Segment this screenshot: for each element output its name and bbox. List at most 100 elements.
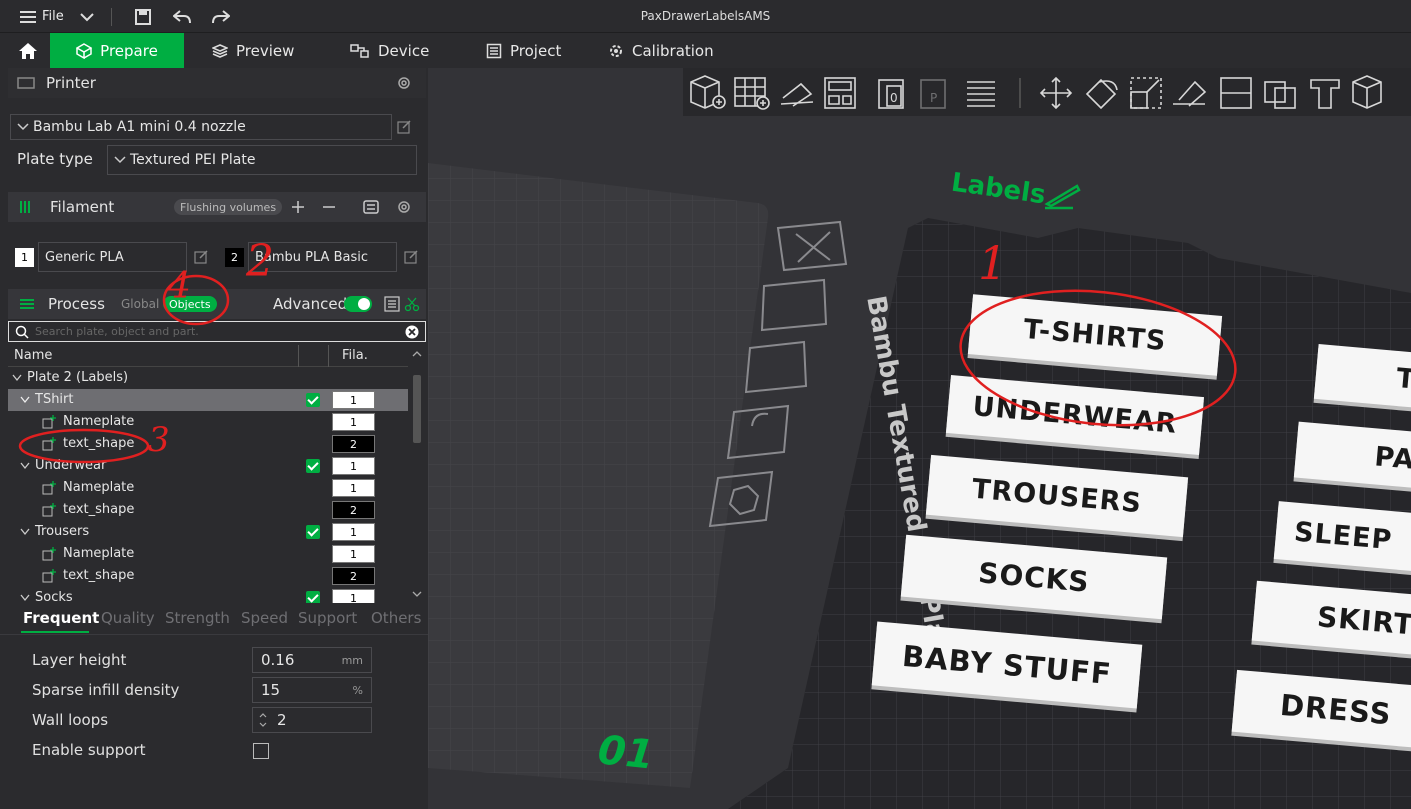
visible-checkbox[interactable] xyxy=(306,393,320,407)
boolean-icon[interactable] xyxy=(1264,81,1296,109)
save-icon[interactable] xyxy=(135,0,151,33)
search-placeholder: Search plate, object and part. xyxy=(35,325,199,338)
seam-paint-icon[interactable] xyxy=(1352,75,1382,109)
viewport-toolbar: 0 P xyxy=(683,68,1411,116)
auto-orient-icon[interactable] xyxy=(780,82,814,107)
process-global-toggle[interactable]: Global xyxy=(121,297,159,311)
chevron-down-icon xyxy=(20,462,30,470)
tab-frequent[interactable]: Frequent xyxy=(23,609,99,627)
filament-cell[interactable]: 2 xyxy=(332,435,375,453)
3d-viewport[interactable]: Bambu Textured PEI Plate Labels 01 T-SHI… xyxy=(428,68,1411,809)
redo-icon[interactable] xyxy=(212,0,230,33)
tab-speed[interactable]: Speed xyxy=(241,609,288,627)
tree-row-label: Nameplate xyxy=(63,480,135,495)
edit-icon[interactable] xyxy=(194,250,208,264)
split-parts-icon[interactable]: P xyxy=(920,79,946,109)
col-fila-header[interactable]: Fila. xyxy=(342,348,368,363)
tab-preview[interactable]: Preview xyxy=(212,33,294,68)
filament-1-select[interactable]: Generic PLA xyxy=(38,242,187,272)
tree-row-trousers[interactable]: Trousers 1 xyxy=(8,521,408,543)
filament-cell[interactable]: 2 xyxy=(332,567,375,585)
plus-icon[interactable] xyxy=(291,200,305,214)
filament-cell[interactable]: 1 xyxy=(332,545,375,563)
tree-row-nameplate[interactable]: Nameplate 1 xyxy=(8,477,408,499)
add-plate-icon[interactable] xyxy=(734,77,770,110)
flushing-volumes-button[interactable]: Flushing volumes xyxy=(174,199,283,215)
filament-cell[interactable]: 1 xyxy=(332,479,375,497)
enable-support-label: Enable support xyxy=(32,741,146,759)
move-icon[interactable] xyxy=(1039,76,1073,110)
tree-row-text-shape[interactable]: text_shape 2 xyxy=(8,499,408,521)
tab-device[interactable]: Device xyxy=(350,33,429,68)
scale-icon[interactable] xyxy=(1130,77,1162,109)
arrange-plate-icon[interactable] xyxy=(744,340,808,394)
gear-icon[interactable] xyxy=(396,75,412,91)
visible-checkbox[interactable] xyxy=(306,525,320,539)
add-object-icon[interactable] xyxy=(690,75,726,109)
filament-cell[interactable]: 1 xyxy=(332,589,375,603)
tab-others[interactable]: Others xyxy=(371,609,421,627)
tree-scrollbar[interactable] xyxy=(411,345,423,603)
filament-cell[interactable]: 2 xyxy=(332,501,375,519)
minus-icon[interactable] xyxy=(322,200,336,214)
tab-prepare-label: Prepare xyxy=(100,41,158,60)
filament-2-swatch[interactable]: 2 xyxy=(225,248,244,267)
plate-type-select[interactable]: Textured PEI Plate xyxy=(107,145,417,175)
sync-ams-icon[interactable] xyxy=(362,199,380,215)
tree-row-text-shape[interactable]: text_shape 2 xyxy=(8,433,408,455)
enable-support-checkbox[interactable] xyxy=(253,743,269,759)
list-icon[interactable] xyxy=(384,296,400,312)
layer-height-input[interactable]: 0.16 mm xyxy=(252,647,372,673)
tree-row-tshirt[interactable]: TShirt 1 xyxy=(8,389,408,411)
filament-cell[interactable]: 1 xyxy=(332,523,375,541)
clear-icon[interactable] xyxy=(405,325,419,339)
printer-select[interactable]: Bambu Lab A1 mini 0.4 nozzle xyxy=(10,114,392,140)
col-name-header[interactable]: Name xyxy=(14,348,52,363)
tree-row-underwear[interactable]: Underwear 1 xyxy=(8,455,408,477)
edit-icon[interactable] xyxy=(397,120,411,134)
edit-icon[interactable] xyxy=(404,250,418,264)
rotate-icon[interactable] xyxy=(1085,78,1118,110)
filament-cell[interactable]: 1 xyxy=(332,391,375,409)
chevron-down-icon[interactable] xyxy=(80,0,94,33)
tab-calibration[interactable]: Calibration xyxy=(608,33,714,68)
sparse-infill-input[interactable]: 15 % xyxy=(252,677,372,703)
tree-row-nameplate[interactable]: Nameplate 1 xyxy=(8,411,408,433)
tab-project[interactable]: Project xyxy=(486,33,561,68)
tree-row-socks[interactable]: Socks 1 xyxy=(8,587,408,603)
plate-type-value: Textured PEI Plate xyxy=(130,152,256,168)
tab-project-label: Project xyxy=(510,41,562,60)
lay-on-face-icon[interactable] xyxy=(1173,80,1207,107)
filament-cell[interactable]: 1 xyxy=(332,457,375,475)
wall-loops-input[interactable]: 2 xyxy=(252,707,372,733)
split-objects-icon[interactable]: 0 xyxy=(878,79,904,109)
tree-row-label: Nameplate xyxy=(63,414,135,429)
undo-icon[interactable] xyxy=(173,0,191,33)
scrollbar-thumb[interactable] xyxy=(413,375,421,443)
tab-quality[interactable]: Quality xyxy=(101,609,155,627)
edit-plate-name-icon[interactable] xyxy=(1043,180,1083,210)
search-input[interactable]: Search plate, object and part. xyxy=(8,321,426,342)
scissors-icon[interactable] xyxy=(404,296,420,312)
home-icon[interactable] xyxy=(8,33,48,68)
tab-strength[interactable]: Strength xyxy=(165,609,230,627)
filament-1-swatch[interactable]: 1 xyxy=(15,248,34,267)
file-menu[interactable]: File xyxy=(20,0,64,33)
cut-icon[interactable] xyxy=(1220,77,1252,109)
tab-prepare[interactable]: Prepare xyxy=(50,33,184,68)
tree-row-text-shape[interactable]: text_shape 2 xyxy=(8,565,408,587)
support-paint-icon[interactable] xyxy=(1310,79,1340,109)
tree-plate-row[interactable]: Plate 2 (Labels) xyxy=(8,367,408,389)
tree-row-nameplate[interactable]: Nameplate 1 xyxy=(8,543,408,565)
gear-icon[interactable] xyxy=(396,199,412,215)
filament-cell[interactable]: 1 xyxy=(332,413,375,431)
part-icon xyxy=(42,547,56,561)
auto-arrange-plate-icon[interactable] xyxy=(760,278,828,332)
arrange-icon[interactable] xyxy=(824,77,856,109)
tab-support[interactable]: Support xyxy=(298,609,357,627)
advanced-toggle[interactable] xyxy=(344,296,372,312)
visible-checkbox[interactable] xyxy=(306,459,320,473)
visible-checkbox[interactable] xyxy=(306,591,320,603)
stepper-icon[interactable] xyxy=(258,711,268,729)
variable-layer-icon[interactable] xyxy=(967,81,995,107)
